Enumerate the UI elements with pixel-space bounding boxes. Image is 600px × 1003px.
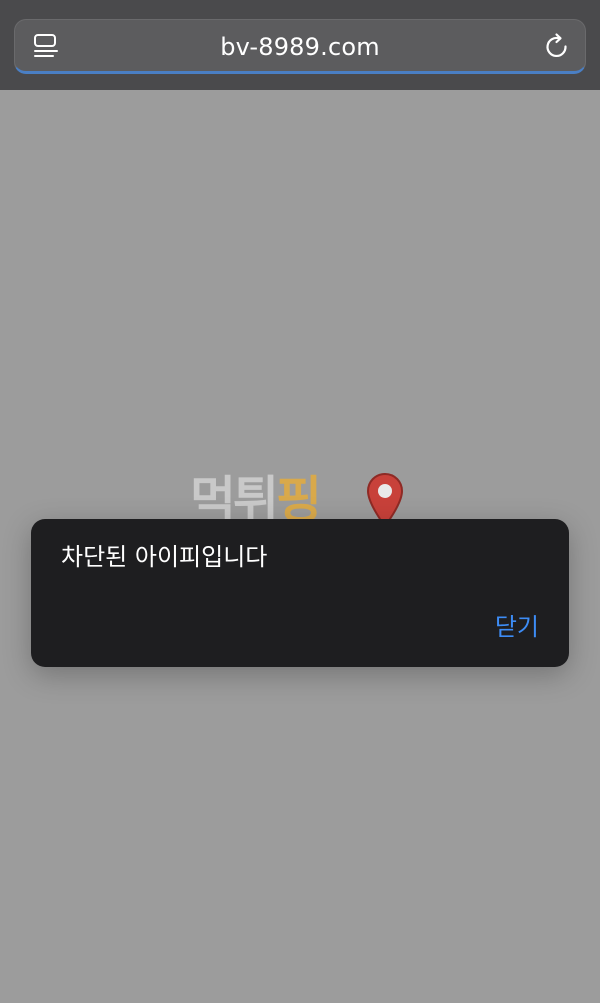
alert-dialog: 차단된 아이피입니다 닫기	[31, 519, 569, 667]
url-text[interactable]: bv-8989.com	[15, 20, 585, 75]
reload-icon[interactable]	[543, 32, 571, 62]
close-button[interactable]: 닫기	[495, 611, 539, 643]
browser-top-bar: bv-8989.com	[0, 0, 600, 90]
address-bar[interactable]: bv-8989.com	[14, 19, 586, 74]
screen: bv-8989.com 먹튀핑 차단된 아이피입니다 닫기	[0, 0, 600, 1003]
alert-message: 차단된 아이피입니다	[61, 543, 268, 571]
